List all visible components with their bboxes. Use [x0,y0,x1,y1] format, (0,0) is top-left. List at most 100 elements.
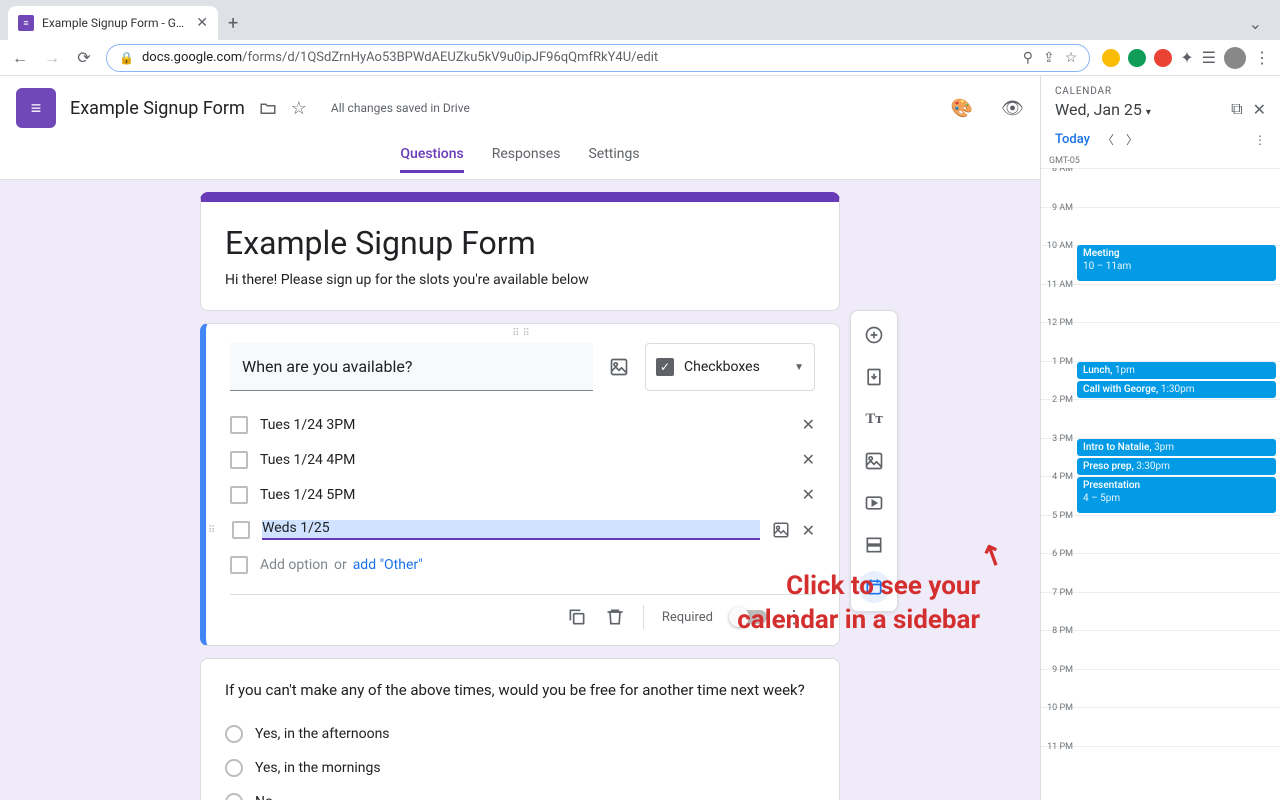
calendar-label: CALENDAR [1055,86,1266,97]
option-row-editing[interactable]: ⠿ Weds 1/25 ✕ [230,512,815,548]
calendar-event[interactable]: Preso prep, 3:30pm [1077,458,1276,475]
calendar-event[interactable]: Lunch, 1pm [1077,362,1276,379]
theme-icon[interactable]: 🎨 [951,98,973,119]
form-header-card[interactable]: Example Signup Form Hi there! Please sig… [200,192,840,311]
add-video-icon[interactable] [858,487,890,519]
add-image-icon[interactable] [858,445,890,477]
hour-label: 9 AM [1041,203,1077,246]
calendar-menu-icon[interactable]: ⋮ [1254,133,1266,147]
calendar-date[interactable]: Wed, Jan 25 ▾ [1055,100,1151,119]
browser-tab[interactable]: ≡ Example Signup Form - Google ✕ [8,6,218,40]
address-bar[interactable]: 🔒 docs.google.com/forms/d/1QSdZrnHyAo53B… [106,44,1090,72]
browser-tab-strip: ≡ Example Signup Form - Google ✕ + ⌄ [0,0,1280,40]
today-button[interactable]: Today [1055,132,1090,147]
add-title-icon[interactable]: Tᴛ [858,403,890,435]
import-questions-icon[interactable] [858,361,890,393]
remove-option-icon[interactable]: ✕ [802,415,815,434]
close-tab-icon[interactable]: ✕ [196,15,208,31]
extension-icon[interactable] [1128,49,1146,67]
hour-label: 10 AM [1041,241,1077,284]
option-row[interactable]: Tues 1/24 4PM ✕ [230,442,815,477]
add-other-link[interactable]: add "Other" [353,557,423,573]
question-text[interactable]: If you can't make any of the above times… [225,681,815,699]
question-card[interactable]: If you can't make any of the above times… [200,658,840,800]
question-title-input[interactable]: When are you available? [230,343,593,391]
option-grip-icon[interactable]: ⠿ [208,525,220,536]
hour-label: 5 PM [1041,511,1077,554]
move-folder-icon[interactable] [259,99,277,117]
add-image-icon[interactable] [609,357,629,377]
checkbox-icon: ✓ [656,358,674,376]
tabs-overflow-icon[interactable]: ⌄ [1239,6,1272,40]
open-in-new-icon[interactable]: ⧉ [1231,99,1242,119]
calendar-grid[interactable]: 8 AM9 AM10 AM11 AM12 PM1 PM2 PM3 PM4 PM5… [1041,168,1280,800]
more-options-icon[interactable]: ⋮ [785,607,803,628]
drag-handle-icon[interactable]: ⠿⠿ [206,324,839,343]
tab-questions[interactable]: Questions [400,146,463,173]
form-title[interactable]: Example Signup Form [225,224,815,262]
calendar-sidebar: CALENDAR Wed, Jan 25 ▾ ⧉ ✕ Today 〈 〉 ⋮ G… [1040,76,1280,800]
zoom-icon[interactable]: ⚲ [1023,50,1033,66]
forms-tabs: Questions Responses Settings [0,140,1040,180]
hour-label: 4 PM [1041,472,1077,515]
option-image-icon[interactable] [772,521,790,539]
radio-option[interactable]: No [225,785,815,800]
checkbox-icon [232,521,250,539]
option-row[interactable]: Tues 1/24 3PM ✕ [230,407,815,442]
close-panel-icon[interactable]: ✕ [1253,100,1266,119]
tab-settings[interactable]: Settings [588,146,639,173]
question-type-dropdown[interactable]: ✓ Checkboxes ▼ [645,343,815,391]
radio-option[interactable]: Yes, in the mornings [225,751,815,785]
forms-logo-icon[interactable]: ≡ [16,88,56,128]
save-status: All changes saved in Drive [331,101,470,115]
remove-option-icon[interactable]: ✕ [802,485,815,504]
lock-icon: 🔒 [119,51,134,65]
calendar-event[interactable]: Meeting10 – 11am [1077,245,1276,281]
radio-icon [225,725,243,743]
calendar-sidebar-icon[interactable] [858,571,890,603]
add-question-icon[interactable] [858,319,890,351]
bookmark-icon[interactable]: ☆ [1065,50,1078,66]
back-button[interactable]: ← [10,48,30,68]
forward-button: → [42,48,62,68]
hour-label: 3 PM [1041,434,1077,477]
required-toggle[interactable] [731,610,767,624]
required-label: Required [662,610,713,625]
duplicate-icon[interactable] [567,607,587,627]
browser-toolbar: ← → ⟳ 🔒 docs.google.com/forms/d/1QSdZrnH… [0,40,1280,76]
form-description[interactable]: Hi there! Please sign up for the slots y… [225,272,815,288]
hour-label: 1 PM [1041,357,1077,400]
browser-menu-icon[interactable]: ⋮ [1254,48,1270,67]
extension-icon[interactable] [1154,49,1172,67]
calendar-event[interactable]: Intro to Natalie, 3pm [1077,439,1276,456]
remove-option-icon[interactable]: ✕ [802,450,815,469]
radio-option[interactable]: Yes, in the afternoons [225,717,815,751]
tab-responses[interactable]: Responses [492,146,561,173]
reading-list-icon[interactable]: ☰ [1202,48,1216,67]
star-icon[interactable]: ☆ [291,98,307,119]
forms-favicon: ≡ [18,15,34,31]
preview-icon[interactable]: 👁 [1001,98,1024,119]
next-day-icon[interactable]: 〉 [1126,131,1138,148]
reload-button[interactable]: ⟳ [74,48,94,67]
add-section-icon[interactable] [858,529,890,561]
new-tab-button[interactable]: + [218,6,248,40]
add-option-row[interactable]: Add option or add "Other" [230,548,815,582]
calendar-event[interactable]: Presentation4 – 5pm [1077,477,1276,513]
prev-day-icon[interactable]: 〈 [1102,131,1114,148]
form-canvas: Example Signup Form Hi there! Please sig… [0,180,1040,800]
remove-option-icon[interactable]: ✕ [802,521,815,540]
calendar-event[interactable]: Call with George, 1:30pm [1077,381,1276,398]
delete-icon[interactable] [605,607,625,627]
extensions-icon[interactable]: ✦ [1180,48,1193,67]
question-card[interactable]: ⠿⠿ When are you available? ✓ Checkboxes … [200,323,840,646]
url-text: docs.google.com/forms/d/1QSdZrnHyAo53BPW… [142,50,1015,65]
option-editing-input[interactable]: Weds 1/25 [262,520,760,540]
option-row[interactable]: Tues 1/24 5PM ✕ [230,477,815,512]
hour-label: 12 PM [1041,318,1077,361]
profile-avatar[interactable] [1224,47,1246,69]
extension-icon[interactable] [1102,49,1120,67]
share-icon[interactable]: ⇪ [1043,50,1055,66]
radio-icon [225,793,243,800]
document-title[interactable]: Example Signup Form [70,98,245,119]
